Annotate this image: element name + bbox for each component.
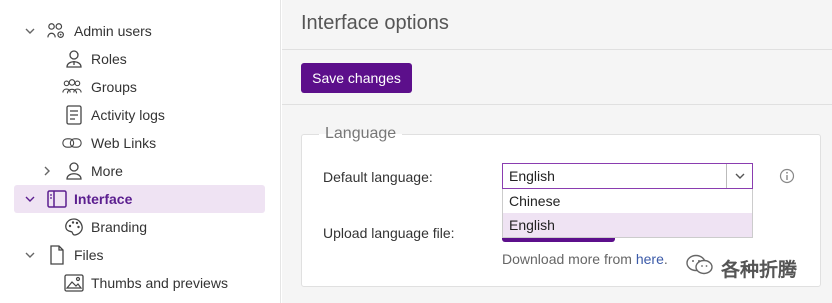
sidebar-item-label: More xyxy=(91,163,123,179)
sidebar-item-web-links[interactable]: Web Links xyxy=(14,129,265,157)
user-icon xyxy=(64,161,84,181)
link-icon xyxy=(62,133,82,153)
sidebar-item-label: Thumbs and previews xyxy=(91,275,228,291)
upload-language-label: Upload language file: xyxy=(323,225,455,241)
sidebar-item-files[interactable]: Files xyxy=(14,241,265,269)
download-more-text: Download more from here. xyxy=(502,251,668,267)
sidebar-item-label: Groups xyxy=(91,79,137,95)
language-legend: Language xyxy=(319,125,403,143)
chevron-down-icon[interactable] xyxy=(24,193,36,205)
log-icon xyxy=(64,105,84,125)
sidebar-item-label: Roles xyxy=(91,51,127,67)
group-icon xyxy=(62,77,82,97)
user-badge-icon xyxy=(64,49,84,69)
chevron-right-icon[interactable] xyxy=(41,165,53,177)
sidebar-item-branding[interactable]: Branding xyxy=(14,213,265,241)
sidebar-item-admin-users[interactable]: Admin users xyxy=(14,17,265,45)
palette-icon xyxy=(64,217,84,237)
language-option-english[interactable]: English xyxy=(503,213,752,237)
download-link[interactable]: here xyxy=(636,251,664,267)
sidebar-item-label: Admin users xyxy=(74,23,152,39)
language-option-chinese[interactable]: Chinese xyxy=(503,189,752,213)
sidebar-item-thumbs-and-previews[interactable]: Thumbs and previews xyxy=(14,269,265,297)
sidebar-item-more[interactable]: More xyxy=(14,157,265,185)
sidebar-item-label: Branding xyxy=(91,219,148,235)
download-text: Download more from xyxy=(502,251,636,267)
wechat-icon xyxy=(685,253,715,283)
layout-icon xyxy=(47,189,67,209)
default-language-select[interactable]: English xyxy=(502,163,753,189)
chevron-down-icon[interactable] xyxy=(24,249,36,261)
watermark-text: 各种折腾 xyxy=(721,259,798,281)
sidebar-item-roles[interactable]: Roles xyxy=(14,45,265,73)
page-title: Interface options xyxy=(301,12,449,34)
chevron-down-icon[interactable] xyxy=(24,25,36,37)
language-dropdown: Chinese English xyxy=(502,189,753,238)
users-gear-icon xyxy=(47,21,67,41)
sidebar-item-groups[interactable]: Groups xyxy=(14,73,265,101)
save-button[interactable]: Save changes xyxy=(301,63,412,93)
file-icon xyxy=(47,245,67,265)
sidebar-item-label: Activity logs xyxy=(91,107,165,123)
info-icon[interactable] xyxy=(779,168,795,184)
sidebar-item-label: Interface xyxy=(74,191,133,207)
sidebar: Admin users Roles Groups Activity logs W… xyxy=(0,0,281,303)
sidebar-item-label: Web Links xyxy=(91,135,157,151)
selected-language: English xyxy=(509,168,555,184)
download-suffix: . xyxy=(663,251,668,267)
sidebar-item-label: Files xyxy=(74,247,104,263)
page-header: Interface options xyxy=(282,0,832,50)
watermark: 各种折腾 xyxy=(685,253,797,283)
divider xyxy=(282,104,832,105)
sidebar-item-interface[interactable]: Interface xyxy=(14,185,265,213)
image-icon xyxy=(64,273,84,293)
sidebar-item-activity-logs[interactable]: Activity logs xyxy=(14,101,265,129)
chevron-down-icon[interactable] xyxy=(726,164,752,188)
default-language-label: Default language: xyxy=(323,169,433,185)
